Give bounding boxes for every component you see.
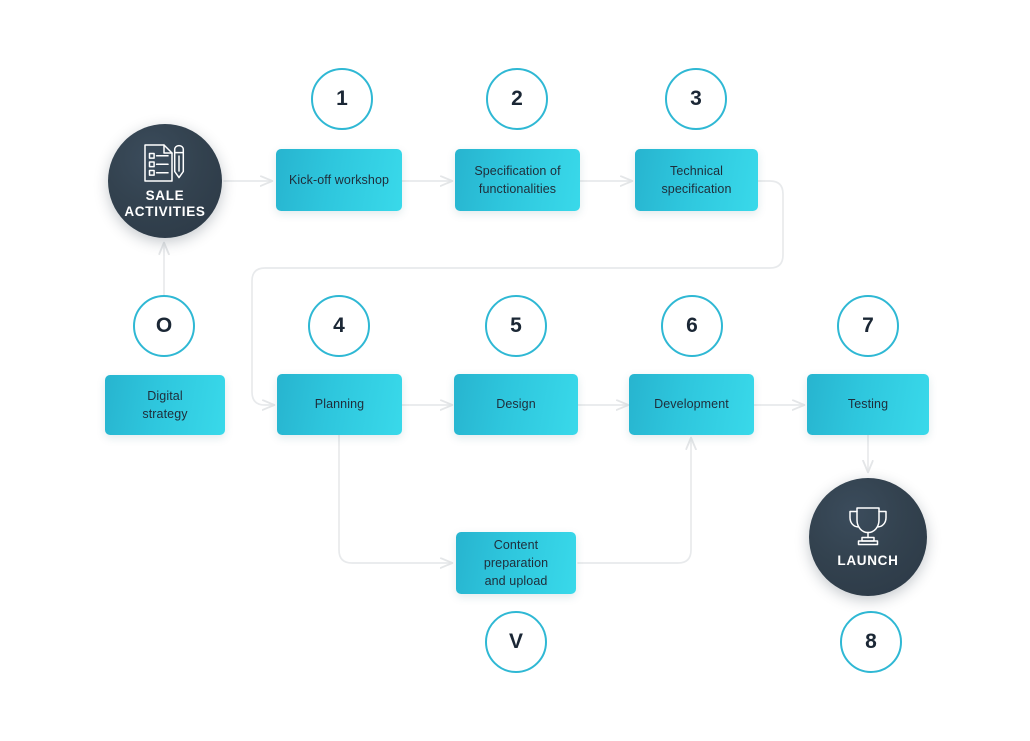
marker-testing[interactable]: 7 (837, 295, 899, 357)
marker-kick-off-workshop-label: 1 (336, 87, 348, 110)
trophy-icon (845, 505, 891, 547)
box-digital-strategy-label: Digital strategy (142, 388, 188, 421)
marker-digital-strategy[interactable]: O (133, 295, 195, 357)
box-planning[interactable]: Planning (277, 374, 402, 435)
marker-content-preparation-label: V (508, 630, 523, 653)
document-checklist-pen-icon (142, 143, 188, 183)
box-specification-label: Specification of functionalities (474, 163, 561, 196)
process-flow-diagram: SALE ACTIVITIES LAUNCH O 1 2 3 4 5 6 7 V… (0, 0, 1030, 741)
box-technical-spec[interactable]: Technical specification (635, 149, 758, 211)
box-testing[interactable]: Testing (807, 374, 929, 435)
marker-content-preparation[interactable]: V (485, 611, 547, 673)
box-content-preparation[interactable]: Content preparation and upload (456, 532, 576, 594)
box-kick-off-workshop-label: Kick-off workshop (288, 172, 390, 187)
marker-digital-strategy-label: O (155, 314, 173, 337)
node-launch[interactable]: LAUNCH (809, 478, 927, 596)
marker-8[interactable]: 8 (840, 611, 902, 673)
connector-planning-to-content (338, 434, 452, 563)
box-digital-strategy[interactable]: Digital strategy (105, 375, 225, 435)
box-design-label: Design (496, 397, 536, 412)
marker-8-label: 8 (865, 630, 877, 653)
marker-technical-spec[interactable]: 3 (665, 68, 727, 130)
node-launch-label: LAUNCH (837, 553, 899, 569)
box-development-label: Development (654, 397, 729, 412)
box-specification[interactable]: Specification of functionalities (455, 149, 580, 211)
box-development[interactable]: Development (629, 374, 754, 435)
connector-content-to-development (577, 438, 691, 564)
marker-development[interactable]: 6 (661, 295, 723, 357)
connector-techspec-to-planning (251, 180, 784, 405)
node-sale-activities-label: SALE ACTIVITIES (124, 187, 206, 219)
marker-specification-label: 2 (511, 87, 523, 110)
node-sale-activities[interactable]: SALE ACTIVITIES (108, 124, 222, 238)
marker-specification[interactable]: 2 (486, 68, 548, 130)
box-kick-off-workshop[interactable]: Kick-off workshop (276, 149, 402, 211)
box-planning-label: Planning (314, 397, 365, 412)
marker-kick-off-workshop[interactable]: 1 (311, 68, 373, 130)
marker-design[interactable]: 5 (485, 295, 547, 357)
marker-planning[interactable]: 4 (308, 295, 370, 357)
box-testing-label: Testing (847, 397, 889, 412)
marker-planning-label: 4 (333, 314, 345, 337)
marker-technical-spec-label: 3 (690, 87, 702, 110)
box-technical-spec-label: Technical specification (661, 163, 732, 196)
marker-design-label: 5 (510, 314, 522, 337)
box-design[interactable]: Design (454, 374, 578, 435)
box-content-preparation-label: Content preparation and upload (483, 537, 549, 589)
marker-development-label: 6 (686, 314, 698, 337)
marker-testing-label: 7 (862, 314, 874, 337)
